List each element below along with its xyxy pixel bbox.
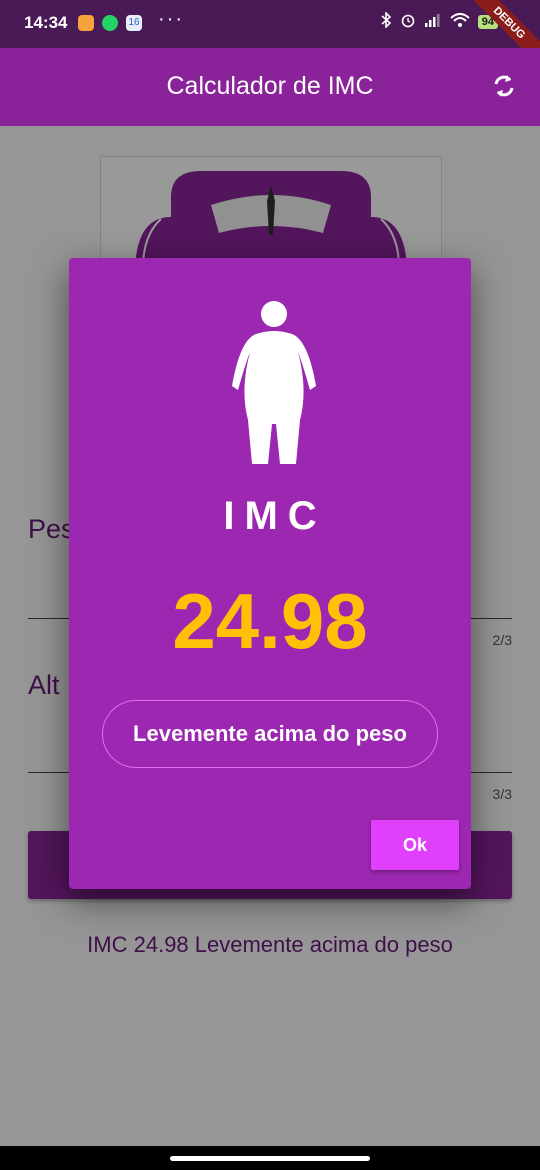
classification-badge: Levemente acima do peso [102,700,438,768]
alarm-icon [400,12,416,31]
home-gesture-bar[interactable] [170,1156,370,1161]
calendar-icon: 16 [126,15,142,31]
bluetooth-icon [380,11,392,31]
whatsapp-icon [102,15,118,31]
status-icons: 94 [380,11,498,31]
imc-result-dialog: IMC 24.98 Levemente acima do peso Ok [69,258,471,889]
status-bar: 14:34 16 ··· 94 DEBUG [0,0,540,76]
page-title: Calculador de IMC [166,72,374,100]
notification-app-icon [78,15,94,31]
navigation-bar [0,1146,540,1170]
refresh-icon[interactable] [490,72,518,100]
wifi-icon [450,12,470,31]
more-notifications-icon: ··· [158,8,184,30]
status-time: 14:34 [24,13,68,32]
dialog-label: IMC [223,494,327,538]
signal-icon [424,13,442,30]
imc-value: 24.98 [172,577,368,665]
app-bar: Calculador de IMC [0,48,540,126]
person-obese-icon [230,300,318,466]
ok-button[interactable]: Ok [371,820,459,870]
